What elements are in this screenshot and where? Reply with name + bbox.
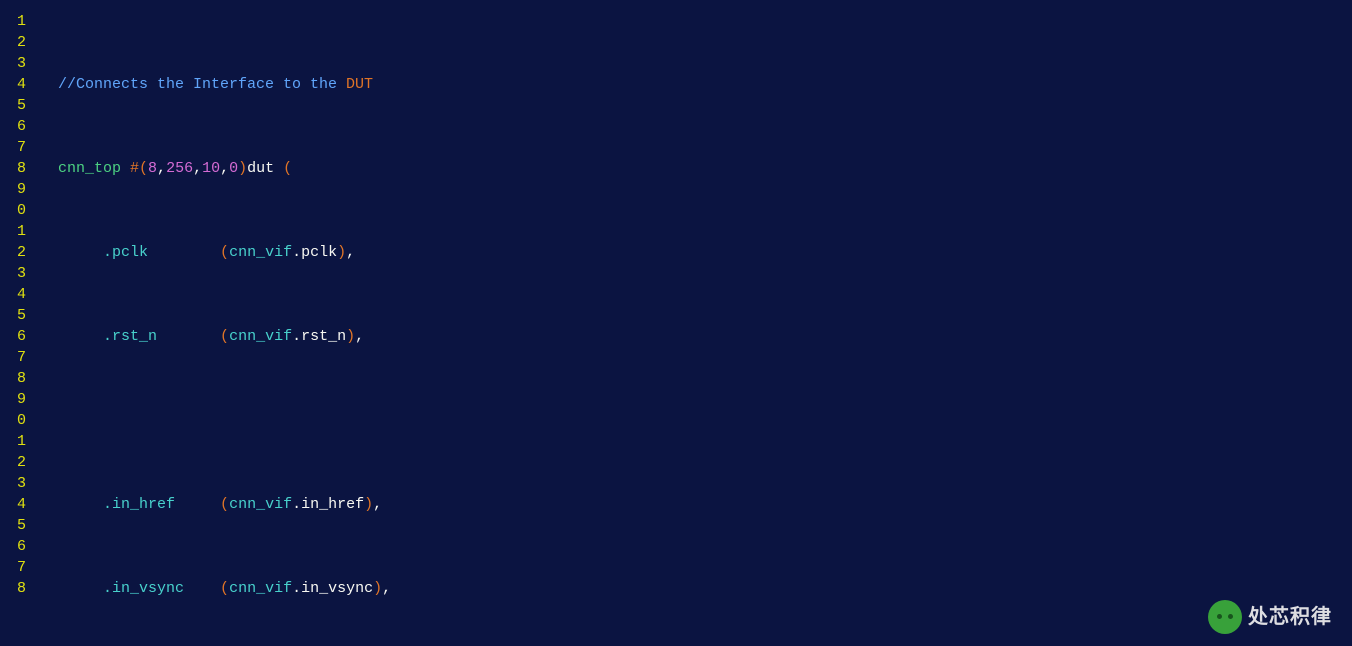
- code-line: .pclk (cnn_vif.pclk),: [58, 242, 1084, 263]
- wechat-icon: [1208, 600, 1242, 634]
- watermark: 处芯积律: [1208, 600, 1332, 634]
- code-area[interactable]: //Connects the Interface to the DUT cnn_…: [28, 0, 1084, 646]
- code-line: .rst_n (cnn_vif.rst_n),: [58, 326, 1084, 347]
- line-number-gutter: 123 456 789 012 345 678 901 234 567 8: [0, 0, 28, 646]
- code-line: cnn_top #(8,256,10,0)dut (: [58, 158, 1084, 179]
- code-line: //Connects the Interface to the DUT: [58, 74, 1084, 95]
- code-line: .in_href (cnn_vif.in_href),: [58, 494, 1084, 515]
- code-editor[interactable]: 123 456 789 012 345 678 901 234 567 8 //…: [0, 0, 1352, 646]
- code-line: [58, 410, 1084, 431]
- code-line: .in_vsync (cnn_vif.in_vsync),: [58, 578, 1084, 599]
- watermark-text: 处芯积律: [1248, 607, 1332, 628]
